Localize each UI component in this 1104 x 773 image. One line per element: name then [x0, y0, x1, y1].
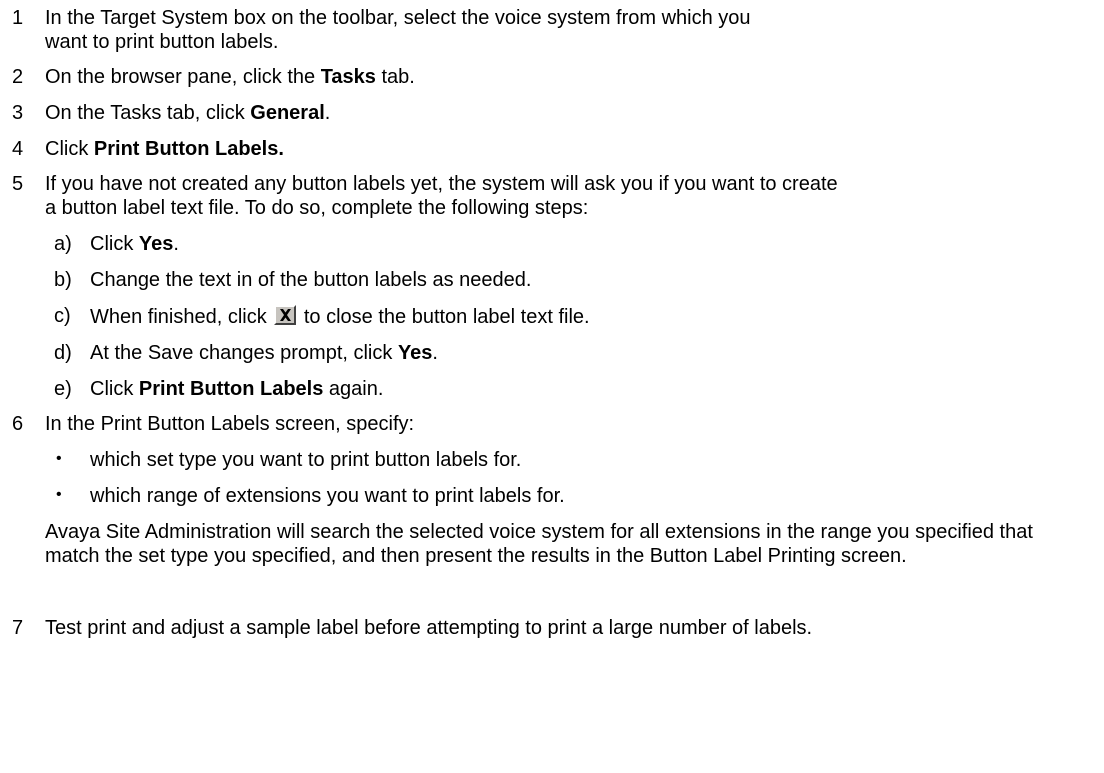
step-text: On the browser pane, click the Tasks tab…: [45, 66, 415, 88]
step-text: If you have not created any button label…: [45, 173, 838, 219]
substep-text: Change the text in of the button labels …: [90, 269, 532, 291]
step-7: 7 Test print and adjust a sample label b…: [0, 617, 1104, 641]
bullet-item: • which range of extensions you want to …: [56, 485, 565, 509]
substep-b: b) Change the text in of the button labe…: [54, 269, 531, 293]
substep-e: e) Click Print Button Labels again.: [54, 378, 383, 402]
close-x-icon: [274, 305, 297, 325]
step-text: On the Tasks tab, click General.: [45, 102, 331, 124]
substep-d: d) At the Save changes prompt, click Yes…: [54, 342, 438, 366]
step-text: Click Print Button Labels.: [45, 138, 284, 160]
substep-text: Click Print Button Labels again.: [90, 378, 384, 400]
step-number: 4: [12, 138, 24, 160]
substep-c: c) When finished, click to close the but…: [54, 305, 590, 330]
bullet-text: which set type you want to print button …: [90, 449, 522, 471]
step-5: 5 If you have not created any button lab…: [0, 173, 1104, 220]
step-number: 3: [12, 102, 24, 124]
substep-letter: b): [54, 269, 72, 291]
substep-letter: c): [54, 305, 71, 327]
step-3: 3 On the Tasks tab, click General.: [0, 102, 1104, 126]
substep-letter: d): [54, 342, 72, 364]
bullet-item: • which set type you want to print butto…: [56, 449, 521, 473]
tasks-tab-label: Tasks: [320, 66, 376, 88]
step-number: 7: [12, 617, 24, 639]
substep-text: At the Save changes prompt, click Yes.: [90, 342, 438, 364]
substep-text: Click Yes.: [90, 233, 179, 255]
step-1: 1 In the Target System box on the toolba…: [0, 7, 1104, 54]
print-button-labels-label: Print Button Labels.: [93, 138, 284, 160]
step-6-note: Avaya Site Administration will search th…: [45, 521, 1033, 567]
step-text: In the Print Button Labels screen, speci…: [45, 413, 415, 435]
substep-text: When finished, click to close the button…: [90, 305, 590, 328]
substep-letter: e): [54, 378, 72, 400]
step-text: In the Target System box on the toolbar,…: [45, 7, 751, 53]
step-number: 6: [12, 413, 24, 435]
general-label: General: [250, 102, 325, 124]
substep-letter: a): [54, 233, 72, 255]
bullet-text: which range of extensions you want to pr…: [90, 485, 565, 507]
step-text: Test print and adjust a sample label bef…: [45, 617, 813, 639]
step-number: 5: [12, 173, 24, 195]
bullet-symbol: •: [56, 486, 62, 503]
substep-a: a) Click Yes.: [54, 233, 179, 257]
step-number: 1: [12, 7, 24, 29]
step-6: 6 In the Print Button Labels screen, spe…: [0, 413, 1104, 437]
step-number: 2: [12, 66, 24, 88]
step-4: 4 Click Print Button Labels.: [0, 138, 1104, 162]
step-2: 2 On the browser pane, click the Tasks t…: [0, 66, 1104, 90]
bullet-symbol: •: [56, 450, 62, 467]
